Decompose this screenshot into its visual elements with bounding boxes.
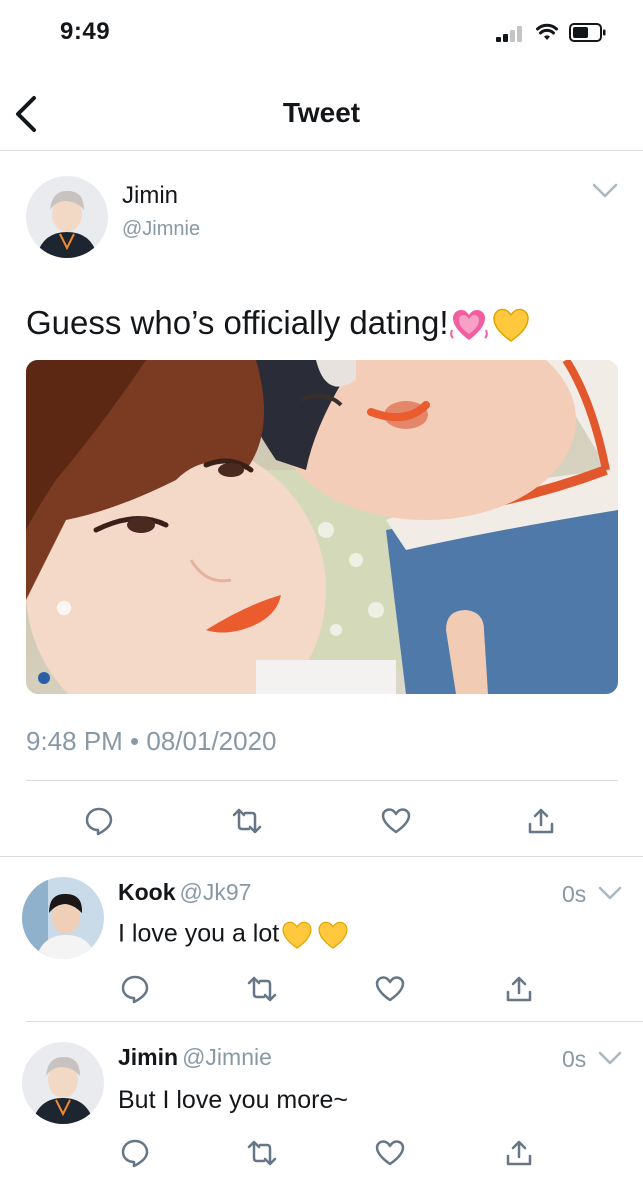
sparkling-heart-icon [449, 310, 488, 341]
like-icon[interactable] [375, 974, 405, 1004]
retweet-icon[interactable] [247, 974, 277, 1004]
reply-icon[interactable] [84, 806, 114, 836]
cellular-signal-icon [496, 26, 526, 42]
reply-header: Jimin @Jimnie [118, 1044, 272, 1071]
retweet-icon[interactable] [247, 1138, 277, 1168]
divider [26, 780, 618, 781]
chevron-down-icon[interactable] [591, 182, 619, 200]
author-name[interactable]: Jimin [118, 1044, 178, 1070]
tweet-timestamp: 9:48 PM • 08/01/2020 [26, 726, 277, 756]
avatar[interactable] [22, 1042, 104, 1124]
tweet-actions [0, 806, 643, 836]
main-tweet: Jimin @Jimnie Guess who’s officially dat… [0, 152, 643, 856]
reply-text-content: I love you a lot [118, 919, 280, 948]
tweet-text: Guess who’s officially dating! [26, 304, 533, 344]
tweet-actions [0, 1138, 643, 1168]
reply-time: 0s [562, 881, 587, 907]
yellow-heart-icon [492, 309, 529, 343]
page-title: Tweet [282, 97, 361, 128]
author-name[interactable]: Jimin [122, 182, 178, 210]
author-name[interactable]: Kook [118, 879, 176, 905]
avatar[interactable] [26, 176, 108, 258]
nav-bar: Tweet [0, 76, 643, 151]
reply-header: Kook @Jk97 [118, 879, 251, 906]
share-icon[interactable] [526, 806, 556, 836]
chevron-down-icon[interactable] [596, 1050, 624, 1068]
reply-time: 0s [562, 1046, 587, 1072]
share-icon[interactable] [504, 974, 534, 1004]
chevron-down-icon[interactable] [596, 885, 624, 903]
status-bar: 9:49 [0, 0, 643, 66]
yellow-heart-icon [318, 921, 348, 949]
author-handle[interactable]: @Jimnie [122, 218, 200, 241]
reply-icon[interactable] [120, 974, 150, 1004]
reply-tweet[interactable]: Jimin @Jimnie 0s But I love you more~ [0, 1022, 643, 1200]
retweet-icon[interactable] [232, 806, 262, 836]
yellow-heart-icon [282, 921, 312, 949]
tweet-actions [0, 974, 643, 1004]
reply-text: I love you a lot [118, 919, 351, 951]
tweet-photo[interactable] [26, 360, 618, 694]
reply-text: But I love you more~ [118, 1086, 348, 1114]
avatar[interactable] [22, 877, 104, 959]
reply-tweet[interactable]: Kook @Jk97 0s I love you a lot [0, 857, 643, 1021]
like-icon[interactable] [375, 1138, 405, 1168]
author-handle[interactable]: @Jk97 [180, 879, 252, 905]
share-icon[interactable] [504, 1138, 534, 1168]
battery-icon [569, 23, 606, 42]
wifi-icon [536, 23, 558, 40]
tweet-text-content: Guess who’s officially dating! [26, 304, 449, 341]
reply-icon[interactable] [120, 1138, 150, 1168]
author-handle[interactable]: @Jimnie [182, 1044, 272, 1070]
status-time: 9:49 [60, 18, 111, 45]
like-icon[interactable] [381, 806, 411, 836]
